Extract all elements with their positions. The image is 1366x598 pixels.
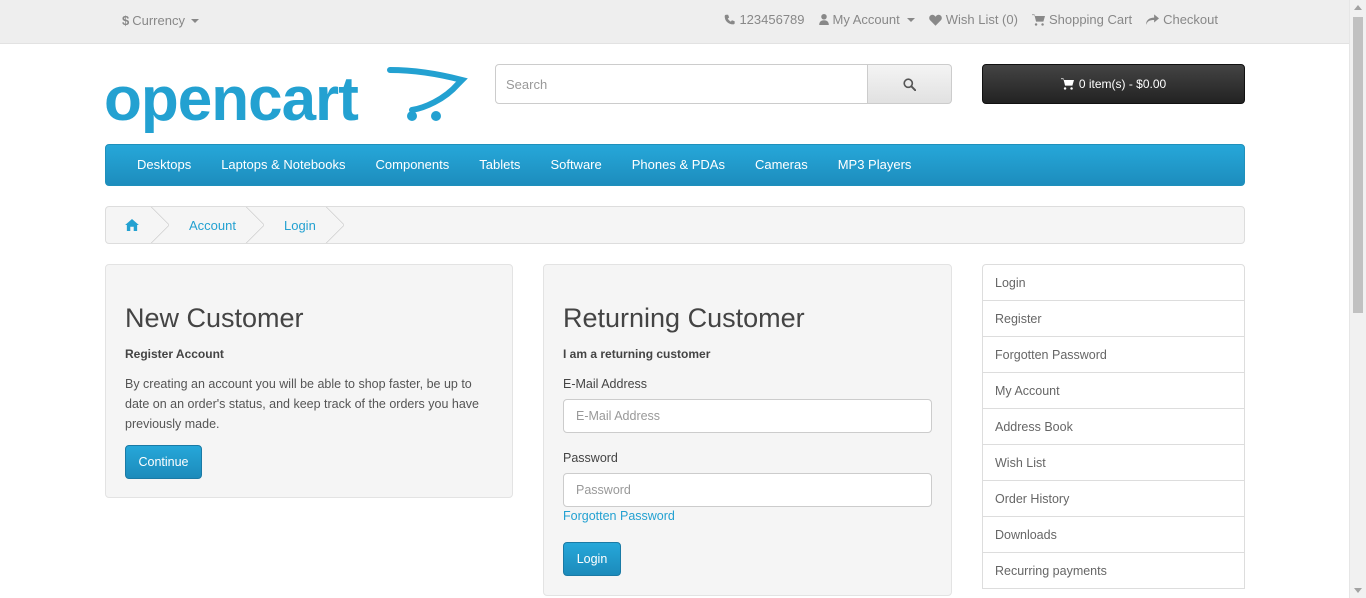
phone-number: 123456789 <box>739 12 805 27</box>
continue-button[interactable]: Continue <box>125 445 202 479</box>
cart-total: 0 item(s) - $0.00 <box>1078 77 1167 91</box>
shopping-cart-link[interactable]: Shopping Cart <box>1031 12 1133 27</box>
returning-customer-title: Returning Customer <box>563 303 805 333</box>
menu-item-components[interactable]: Components <box>361 145 465 185</box>
menu-item-laptops-notebooks[interactable]: Laptops & Notebooks <box>206 145 360 185</box>
logo-cart-icon <box>387 67 468 121</box>
top-links: 123456789 My Account Wish List (0) Shopp… <box>724 12 1218 27</box>
cart-icon <box>1060 78 1074 90</box>
menu-item-mp3-players[interactable]: MP3 Players <box>823 145 927 185</box>
chevron-down-icon <box>190 18 199 23</box>
email-label: E-Mail Address <box>563 377 648 391</box>
sidebar-item-wish-list[interactable]: Wish List <box>982 444 1245 481</box>
search-input[interactable] <box>495 64 868 104</box>
my-account-label: My Account <box>832 12 900 27</box>
logo-text: opencart <box>104 65 359 134</box>
new-customer-title: New Customer <box>125 303 304 333</box>
scroll-thumb[interactable] <box>1353 17 1363 313</box>
sidebar-item-recurring-payments[interactable]: Recurring payments <box>982 552 1245 589</box>
breadcrumb-home[interactable] <box>106 207 169 243</box>
breadcrumb-account[interactable]: Account <box>169 207 264 243</box>
checkout-label: Checkout <box>1163 12 1218 27</box>
login-button[interactable]: Login <box>563 542 621 576</box>
returning-customer-panel: Returning Customer I am a returning cust… <box>543 264 952 596</box>
menu-item-cameras[interactable]: Cameras <box>740 145 823 185</box>
home-icon <box>125 219 139 231</box>
user-icon <box>818 14 829 25</box>
wishlist-label: Wish List (0) <box>945 12 1018 27</box>
menu-item-software[interactable]: Software <box>535 145 616 185</box>
password-field[interactable] <box>563 473 932 507</box>
currency-symbol: $ <box>122 13 130 28</box>
shopping-cart-label: Shopping Cart <box>1048 12 1133 27</box>
sidebar-item-login[interactable]: Login <box>982 264 1245 301</box>
password-label: Password <box>563 451 618 465</box>
share-icon <box>1146 13 1160 25</box>
checkout-link[interactable]: Checkout <box>1146 12 1218 27</box>
heart-icon <box>928 14 942 26</box>
logo[interactable]: opencart <box>104 64 468 136</box>
forgotten-password-link[interactable]: Forgotten Password <box>563 509 675 523</box>
breadcrumb: Account Login <box>105 206 1245 244</box>
menu-item-phones-pdas[interactable]: Phones & PDAs <box>617 145 740 185</box>
my-account-dropdown[interactable]: My Account <box>818 12 915 27</box>
sidebar-item-order-history[interactable]: Order History <box>982 480 1245 517</box>
search-group <box>495 64 952 104</box>
page-scrollbar[interactable] <box>1349 0 1366 598</box>
sidebar-item-my-account[interactable]: My Account <box>982 372 1245 409</box>
sidebar-item-downloads[interactable]: Downloads <box>982 516 1245 553</box>
cart-button[interactable]: 0 item(s) - $0.00 <box>982 64 1245 104</box>
currency-label: Currency <box>132 13 185 28</box>
new-customer-text: By creating an account you will be able … <box>125 377 479 431</box>
wishlist-link[interactable]: Wish List (0) <box>928 12 1018 27</box>
sidebar-item-address-book[interactable]: Address Book <box>982 408 1245 445</box>
sidebar-item-register[interactable]: Register <box>982 300 1245 337</box>
scroll-down-icon[interactable] <box>1354 588 1362 593</box>
cart-icon <box>1031 13 1045 26</box>
search-icon <box>903 77 916 91</box>
email-field[interactable] <box>563 399 932 433</box>
menu-item-desktops[interactable]: Desktops <box>122 145 206 185</box>
phone-link[interactable]: 123456789 <box>724 12 805 27</box>
scroll-up-icon[interactable] <box>1354 5 1362 10</box>
main-menu: Desktops Laptops & Notebooks Components … <box>105 144 1245 186</box>
chevron-down-icon <box>906 17 915 22</box>
search-button[interactable] <box>868 64 952 104</box>
top-bar: $ Currency 123456789 My Account Wish Lis… <box>0 0 1349 44</box>
phone-icon <box>725 14 736 25</box>
menu-item-tablets[interactable]: Tablets <box>464 145 535 185</box>
new-customer-panel: New Customer Register Account By creatin… <box>105 264 513 498</box>
returning-customer-subtitle: I am a returning customer <box>563 347 711 361</box>
sidebar-item-forgotten-password[interactable]: Forgotten Password <box>982 336 1245 373</box>
currency-dropdown[interactable]: $ Currency <box>122 13 199 28</box>
register-account-subtitle: Register Account <box>125 347 224 361</box>
breadcrumb-login[interactable]: Login <box>264 207 344 243</box>
account-sidebar: Login Register Forgotten Password My Acc… <box>982 264 1245 589</box>
